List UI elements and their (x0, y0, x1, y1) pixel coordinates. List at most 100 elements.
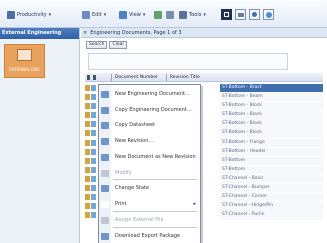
folder-icon (85, 148, 90, 155)
folder-icon (85, 203, 90, 210)
print-button[interactable] (235, 9, 246, 20)
row-icons (85, 184, 98, 192)
search-bar: Search Clear (81, 38, 327, 49)
menu-item-label: New Engineering Document... (115, 91, 190, 97)
row-icons (85, 84, 98, 92)
documents-pane: × Engineering Documents, Page 1 of 3 Sea… (81, 28, 327, 243)
productivity-menu[interactable]: Productivity ▾ (3, 8, 55, 21)
column-header-document-number[interactable]: Document Number (115, 75, 166, 80)
menu-item-label: Download Export Package (115, 233, 181, 239)
list-item[interactable]: ST-Bottom - Beam (220, 93, 323, 102)
context-menu-item[interactable]: Copy Datasheet (99, 121, 200, 130)
chevron-down-icon: ▾ (142, 11, 146, 18)
folder-icon (85, 103, 90, 110)
menu-item-label: New Revision... (115, 138, 154, 144)
list-item[interactable]: ST-Channel - Basic (220, 174, 323, 184)
context-menu: New Engineering Document... Copy Engineer… (98, 84, 201, 243)
row-selector-header[interactable] (85, 74, 111, 80)
menu-item-icon (101, 154, 109, 161)
list-item[interactable]: ST-Bottom - Block (220, 111, 323, 120)
column-divider (165, 73, 167, 81)
edit-menu-label: Edit (92, 11, 102, 18)
clear-button[interactable]: Clear (109, 40, 128, 49)
document-icon (17, 49, 32, 61)
productivity-menu-label: Productivity (17, 11, 47, 18)
menu-item-label: Assign External File (115, 217, 164, 223)
document-icon (91, 112, 96, 119)
row-icons (85, 202, 98, 210)
context-menu-item[interactable]: Download Export Package (99, 232, 200, 241)
folder-icon (85, 185, 90, 192)
list-item[interactable]: ST-Bottom - Bract (220, 84, 323, 93)
view-menu[interactable]: View ▾ (115, 8, 149, 21)
filter-area[interactable] (88, 53, 288, 70)
edit-icon (82, 10, 90, 19)
list-item[interactable]: ST-Bottom - Block (220, 120, 323, 129)
document-icon (91, 130, 96, 137)
document-icon (91, 148, 96, 155)
folder-icon (85, 212, 90, 219)
person-icon (7, 10, 15, 19)
list-item[interactable]: ST-Bottom (220, 165, 323, 175)
grid-icon (224, 12, 229, 17)
external-eng-tile[interactable]: EXTERNAL ENG (4, 44, 45, 78)
context-menu-item[interactable]: Change State (99, 184, 200, 193)
document-icon (91, 94, 96, 101)
context-menu-item[interactable]: Copy Engineering Document... (99, 106, 200, 115)
tools-menu[interactable]: Tools ▾ (175, 8, 210, 21)
help-button[interactable] (249, 9, 260, 20)
context-menu-item: Assign External File (99, 216, 200, 225)
document-icon (91, 166, 96, 173)
column-header-revision-title[interactable]: Revision Title (170, 75, 208, 80)
list-item[interactable]: ST-Bottom - Flange (220, 138, 323, 147)
row-icons (85, 102, 98, 110)
list-item[interactable]: ST-Channel - Hinge/Pin (220, 202, 323, 211)
folder-icon (85, 121, 90, 128)
list-item[interactable]: ST-Channel - Corner (220, 193, 323, 202)
menu-separator (113, 211, 197, 212)
document-icon (91, 175, 96, 182)
column-divider (111, 73, 112, 81)
list-item[interactable]: ST-Bottom - Block (220, 102, 323, 111)
left-navigation-panel: External Engineering EXTERNAL ENG (0, 28, 80, 243)
context-menu-item[interactable]: New Engineering Document... (99, 90, 200, 99)
context-menu-item: Modify (99, 169, 200, 178)
menu-item-label: Change State (115, 185, 149, 191)
folder-icon (85, 94, 90, 101)
context-menu-item[interactable]: New Document as New Revision (99, 153, 200, 162)
folder-icon (85, 194, 90, 201)
search-button[interactable]: Search (86, 40, 108, 49)
menu-item-label: Copy Engineering Document... (115, 107, 192, 113)
menu-item-label: New Document as New Revision (115, 154, 196, 160)
list-item[interactable]: ST-Channel - Purlin (220, 211, 323, 220)
layout-toggle-button[interactable] (221, 9, 232, 20)
folder-icon (85, 157, 90, 164)
list-item[interactable]: ST-Bottom (220, 156, 323, 166)
menu-item-icon (101, 185, 109, 192)
context-menu-item[interactable]: New Revision... (99, 137, 200, 146)
close-icon[interactable]: × (83, 30, 87, 36)
refresh-icon (154, 10, 162, 19)
globe-icon (265, 11, 272, 18)
document-icon (91, 185, 96, 192)
column-marker-icon (87, 74, 90, 80)
menu-item-icon (101, 122, 109, 129)
folder-icon (85, 130, 90, 137)
edit-menu[interactable]: Edit ▾ (78, 8, 110, 21)
folder-icon (85, 139, 90, 146)
row-icon-column (85, 84, 98, 220)
help-icon (252, 12, 257, 17)
folder-icon (85, 166, 90, 173)
list-item[interactable]: ST-Channel - Bumper (220, 184, 323, 193)
submenu-arrow-icon: ▸ (193, 201, 196, 207)
list-item[interactable]: ST-Bottom - Header (220, 147, 323, 156)
menu-item-icon (101, 138, 109, 145)
tools-menu-label: Tools (189, 11, 202, 18)
list-item[interactable]: ST-Bottom - Block (220, 129, 323, 138)
document-tab[interactable]: × Engineering Documents, Page 1 of 3 (81, 28, 327, 38)
context-menu-item[interactable]: Print ▸ (99, 200, 200, 209)
document-icon (91, 85, 96, 91)
view-icon (119, 10, 127, 19)
menu-item-icon (101, 217, 109, 224)
info-button[interactable] (263, 9, 274, 20)
